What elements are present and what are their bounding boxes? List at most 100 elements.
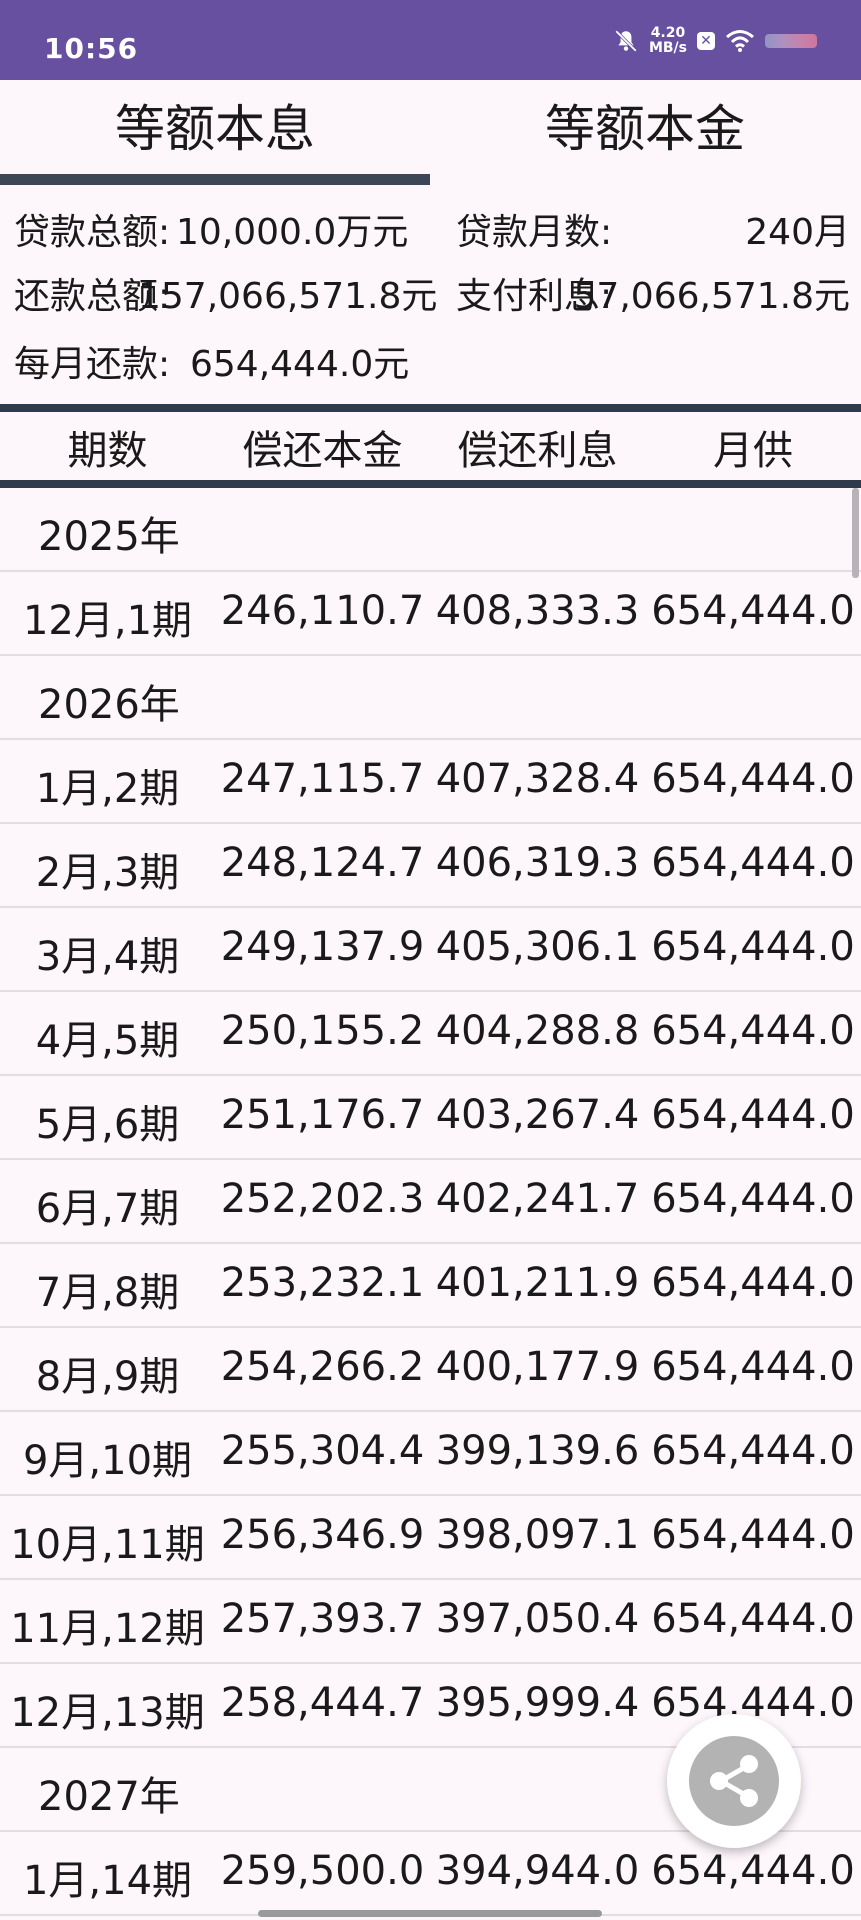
cell-monthly-payment: 654,444.0 xyxy=(651,1428,855,1474)
cell-monthly-payment: 654,444.0 xyxy=(651,756,855,802)
cell-monthly-payment: 654,444.0 xyxy=(651,1008,855,1054)
cell-period: 6月,7期 xyxy=(35,1186,180,1232)
cell-principal: 255,304.4 xyxy=(220,1428,425,1474)
status-bar: 10:56 4.20 MB/s ✕ xyxy=(0,0,861,80)
cell-period: 10月,11期 xyxy=(10,1522,205,1568)
table-row: 4月,5期 250,155.2 404,288.8 654,444.0 xyxy=(0,992,861,1076)
tab-equal-installment[interactable]: 等额本息 xyxy=(0,80,430,185)
cell-period: 4月,5期 xyxy=(35,1018,180,1064)
summary-interest: 支付利息: 57,066,571.8元 xyxy=(456,267,850,317)
cell-interest: 403,267.4 xyxy=(435,1092,640,1138)
x-badge-icon: ✕ xyxy=(697,32,715,50)
table-header: 期数 偿还本金 偿还利息 月供 xyxy=(0,412,861,484)
cell-interest: 402,241.7 xyxy=(435,1176,640,1222)
cell-principal: 251,176.7 xyxy=(220,1092,425,1138)
summary-repay-total: 还款总额: 157,066,571.8元 xyxy=(14,267,437,317)
cell-principal: 252,202.3 xyxy=(220,1176,425,1222)
table-row: 6月,7期 252,202.3 402,241.7 654,444.0 xyxy=(0,1160,861,1244)
cell-period: 2月,3期 xyxy=(35,850,180,896)
loan-months-value: 240月 xyxy=(745,212,850,253)
cell-monthly-payment: 654,444.0 xyxy=(651,1344,855,1390)
battery-icon xyxy=(765,34,817,48)
table-row: 1月,2期 247,115.7 407,328.4 654,444.0 xyxy=(0,740,861,824)
wifi-icon xyxy=(726,30,754,52)
cell-interest: 407,328.4 xyxy=(435,756,640,802)
summary-loan-months: 贷款月数: 240月 xyxy=(456,203,850,253)
summary-loan-total: 贷款总额: 10,000.0万元 xyxy=(14,203,424,253)
loan-total-label: 贷款总额: xyxy=(14,212,171,253)
cell-interest: 408,333.3 xyxy=(435,588,640,634)
tab-selected-indicator xyxy=(0,174,430,185)
cell-principal: 254,266.2 xyxy=(220,1344,425,1390)
header-period: 期数 xyxy=(67,428,148,474)
repay-total-value: 157,066,571.8元 xyxy=(138,276,438,317)
cell-period: 9月,10期 xyxy=(22,1438,193,1484)
tab-equal-principal[interactable]: 等额本金 xyxy=(430,80,860,185)
gesture-nav-bar[interactable] xyxy=(258,1910,602,1917)
cell-interest: 399,139.6 xyxy=(435,1428,640,1474)
bell-muted-icon xyxy=(615,30,637,52)
share-button-bg xyxy=(689,1736,779,1826)
year-group-row: 2026年 xyxy=(0,656,861,740)
cell-principal: 258,444.7 xyxy=(220,1680,425,1726)
cell-interest: 397,050.4 xyxy=(435,1596,640,1642)
cell-interest: 404,288.8 xyxy=(435,1008,640,1054)
cell-monthly-payment: 654,444.0 xyxy=(651,1092,855,1138)
network-speed-unit: MB/s xyxy=(648,40,687,56)
cell-period: 11月,12期 xyxy=(10,1606,205,1652)
cell-interest: 401,211.9 xyxy=(435,1260,640,1306)
cell-monthly-payment: 654,444.0 xyxy=(651,1512,855,1558)
cell-principal: 247,115.7 xyxy=(220,756,425,802)
cell-principal: 257,393.7 xyxy=(220,1596,425,1642)
interest-value: 57,066,571.8元 xyxy=(573,276,850,317)
cell-monthly-payment: 654,444.0 xyxy=(651,1260,855,1306)
header-interest: 偿还利息 xyxy=(457,428,618,474)
cell-principal: 248,124.7 xyxy=(220,840,425,886)
cell-period: 12月,13期 xyxy=(10,1690,205,1736)
header-principal: 偿还本金 xyxy=(242,428,403,474)
table-row: 8月,9期 254,266.2 400,177.9 654,444.0 xyxy=(0,1328,861,1412)
cell-period: 7月,8期 xyxy=(35,1270,180,1316)
summary-monthly: 每月还款: 654,444.0元 xyxy=(14,335,424,385)
table-row: 10月,11期 256,346.9 398,097.1 654,444.0 xyxy=(0,1496,861,1580)
year-group-row: 2025年 xyxy=(0,488,861,572)
cell-interest: 400,177.9 xyxy=(435,1344,640,1390)
cell-period: 5月,6期 xyxy=(35,1102,180,1148)
cell-period: 8月,9期 xyxy=(35,1354,180,1400)
cell-period: 3月,4期 xyxy=(35,934,180,980)
table-row: 7月,8期 253,232.1 401,211.9 654,444.0 xyxy=(0,1244,861,1328)
header-divider xyxy=(0,480,861,488)
tab-bar: 等额本息 等额本金 xyxy=(0,80,861,185)
cell-period: 1月,14期 xyxy=(22,1858,193,1904)
cell-principal: 256,346.9 xyxy=(220,1512,425,1558)
cell-principal: 253,232.1 xyxy=(220,1260,425,1306)
cell-interest: 398,097.1 xyxy=(435,1512,640,1558)
cell-principal: 246,110.7 xyxy=(220,588,425,634)
share-icon xyxy=(710,1755,758,1807)
cell-principal: 249,137.9 xyxy=(220,924,425,970)
cell-monthly-payment: 654,444.0 xyxy=(651,924,855,970)
loan-summary: 贷款总额: 10,000.0万元 贷款月数: 240月 还款总额: 157,06… xyxy=(0,195,861,405)
cell-period: 1月,2期 xyxy=(35,766,180,812)
year-label: 2026年 xyxy=(38,682,180,728)
cell-principal: 259,500.0 xyxy=(220,1848,425,1894)
table-row: 2月,3期 248,124.7 406,319.3 654,444.0 xyxy=(0,824,861,908)
cell-monthly-payment: 654,444.0 xyxy=(651,588,855,634)
share-button[interactable] xyxy=(667,1714,801,1848)
cell-interest: 395,999.4 xyxy=(435,1680,640,1726)
year-label: 2027年 xyxy=(38,1774,180,1820)
scrollbar[interactable] xyxy=(852,488,859,578)
schedule-table[interactable]: 2025年 12月,1期 246,110.7 408,333.3 654,444.0 20… xyxy=(0,488,861,1920)
table-row: 11月,12期 257,393.7 397,050.4 654,444.0 xyxy=(0,1580,861,1664)
cell-monthly-payment: 654,444.0 xyxy=(651,1596,855,1642)
status-icons: 4.20 MB/s ✕ xyxy=(613,26,817,56)
cell-monthly-payment: 654,444.0 xyxy=(651,840,855,886)
status-time: 10:56 xyxy=(44,32,139,65)
monthly-label: 每月还款: xyxy=(14,344,171,385)
table-row: 3月,4期 249,137.9 405,306.1 654,444.0 xyxy=(0,908,861,992)
cell-interest: 405,306.1 xyxy=(435,924,640,970)
cell-monthly-payment: 654,444.0 xyxy=(651,1848,855,1894)
header-monthly-payment: 月供 xyxy=(713,428,793,474)
table-row: 9月,10期 255,304.4 399,139.6 654,444.0 xyxy=(0,1412,861,1496)
cell-period: 12月,1期 xyxy=(22,598,193,644)
